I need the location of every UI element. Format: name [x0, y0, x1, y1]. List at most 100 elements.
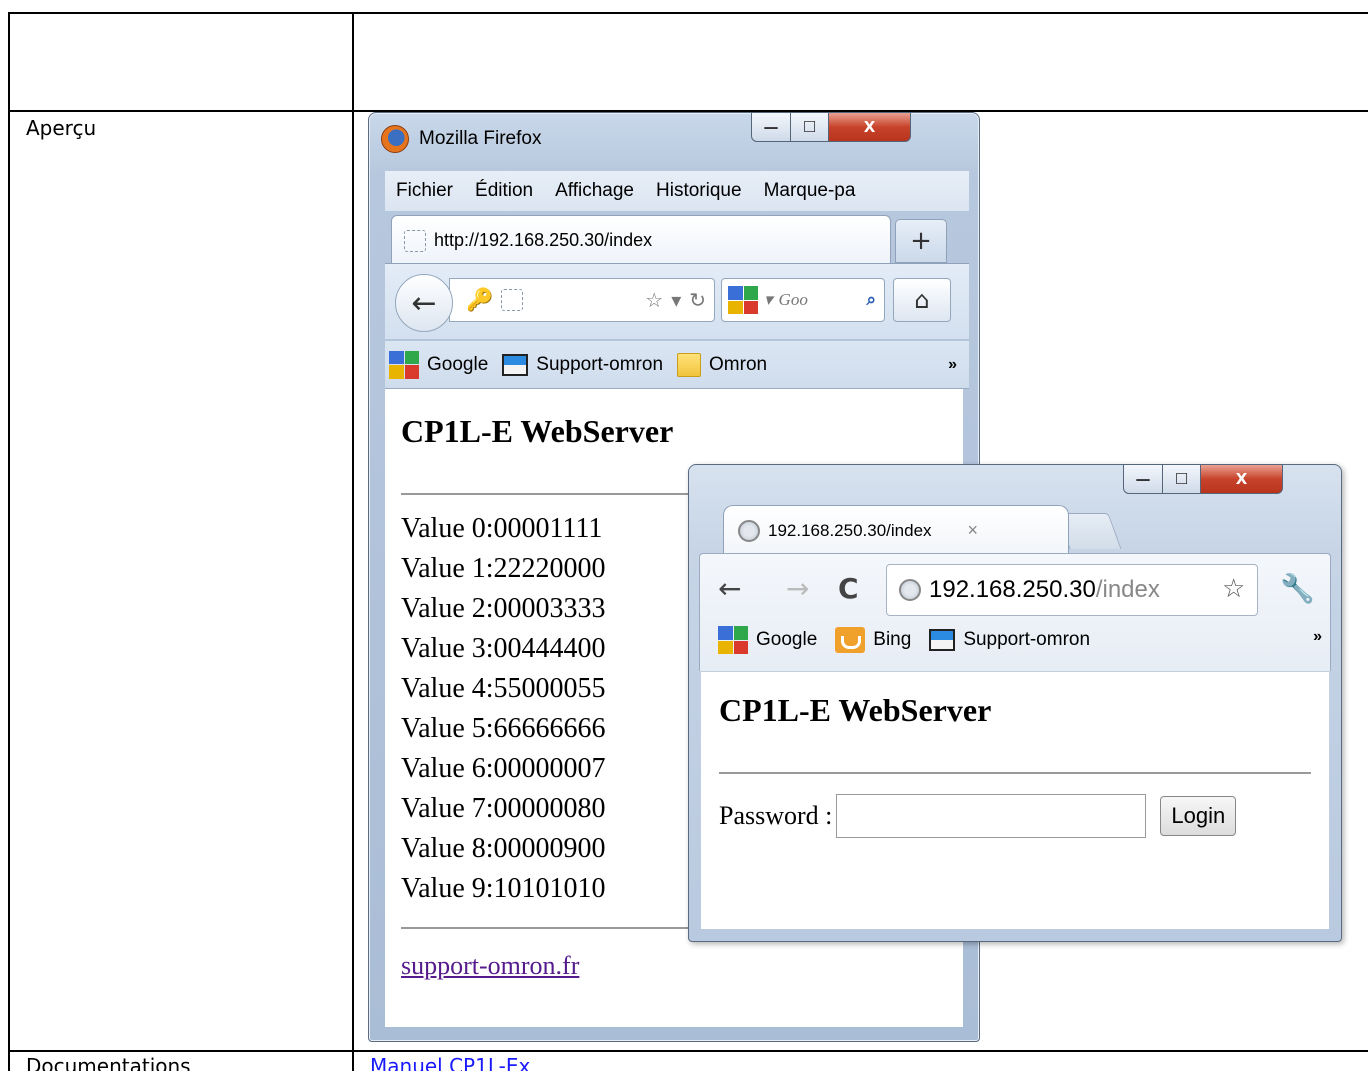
window-title: Mozilla Firefox [419, 128, 542, 149]
minimize-button[interactable]: — [1123, 464, 1163, 494]
google-icon [728, 286, 758, 314]
login-button[interactable]: Login [1160, 796, 1237, 836]
table-cell-empty-right [352, 12, 1368, 112]
bookmark-support-omron[interactable]: Support-omron [502, 353, 664, 376]
bookmark-label: Support-omron [536, 353, 664, 375]
bookmarks-toolbar: Google Support-omron Omron » [385, 341, 969, 389]
back-button[interactable]: ← [395, 274, 453, 332]
bookmark-label: Support-omron [963, 629, 1091, 650]
value-row: Value 2:00003333 [401, 593, 606, 624]
table-cell-apercu-label: Aperçu [8, 110, 354, 1052]
globe-icon [738, 519, 760, 542]
firefox-titlebar: Mozilla Firefox [381, 125, 541, 153]
manual-link[interactable]: Manuel CP1L-Ex [370, 1054, 530, 1071]
window-controls: — ☐ X [751, 112, 911, 142]
omnibox-path: /index [1095, 576, 1160, 603]
bookmark-google[interactable]: Google [389, 350, 488, 379]
value-row: Value 6:00000007 [401, 753, 606, 784]
menu-affichage[interactable]: Affichage [544, 180, 645, 202]
wrench-icon[interactable]: 🔧 [1280, 572, 1315, 605]
apercu-label: Aperçu [26, 116, 97, 140]
tab-title: 192.168.250.30/index [768, 520, 932, 540]
menu-edition[interactable]: Édition [464, 180, 544, 202]
bing-icon [835, 627, 866, 653]
table-cell-doc-label: Documentations [8, 1050, 354, 1071]
close-button[interactable]: X [829, 112, 911, 142]
chrome-window: — ☐ X 192.168.250.30/index × ← → C 192.1… [688, 464, 1342, 942]
password-label: Password : [719, 801, 833, 830]
close-button[interactable]: X [1201, 464, 1283, 494]
value-row: Value 9:10101010 [401, 873, 606, 904]
maximize-button[interactable]: ☐ [1163, 464, 1201, 494]
forward-arrow-icon[interactable]: → [786, 572, 809, 605]
reload-icon[interactable]: ↻ [689, 288, 706, 312]
value-row: Value 3:00444400 [401, 633, 606, 664]
window-controls: — ☐ X [1123, 464, 1283, 494]
tab-close-icon[interactable]: × [968, 520, 979, 541]
globe-icon [899, 579, 921, 601]
search-box[interactable]: ▾ Goo ⌕ [721, 278, 885, 322]
search-icon[interactable]: ⌕ [866, 290, 876, 310]
navigation-toolbar: 🔑 ☆ ▾ ↻ ← ▾ Goo ⌕ ⌂ [385, 263, 969, 339]
bookmark-label: Google [756, 629, 818, 650]
bookmarks-overflow-chevron-icon[interactable]: » [948, 356, 957, 374]
key-icon: 🔑 [466, 287, 494, 313]
table-cell-doc-link: Manuel CP1L-Ex [352, 1050, 1368, 1071]
star-icon[interactable]: ☆ [645, 288, 663, 312]
page-heading: CP1L-E WebServer [401, 413, 674, 449]
value-row: Value 1:22220000 [401, 553, 606, 584]
back-arrow-icon: ← [411, 285, 437, 321]
page-heading: CP1L-E WebServer [719, 692, 992, 728]
search-placeholder: Goo [778, 290, 808, 309]
value-row: Value 5:66666666 [401, 713, 606, 744]
omnibox-host: 192.168.250.30 [929, 576, 1096, 603]
menu-marque-pages[interactable]: Marque-pa [753, 180, 867, 202]
menu-historique[interactable]: Historique [645, 180, 753, 202]
google-icon [718, 626, 748, 654]
value-row: Value 0:00001111 [401, 513, 603, 544]
minimize-button[interactable]: — [751, 112, 791, 142]
omnibox[interactable]: 192.168.250.30/index [886, 564, 1258, 616]
bookmarks-bar: Google Bing Support-omron » [718, 620, 1328, 660]
home-button[interactable]: ⌂ [893, 278, 951, 322]
identity-icon [501, 289, 524, 311]
reload-icon[interactable]: C [838, 572, 859, 605]
login-form: Password : Login [719, 794, 1237, 838]
page-content: CP1L-E WebServer Password : Login [701, 671, 1329, 929]
website-icon [502, 353, 529, 376]
search-engine-dropdown-icon[interactable]: ▾ [764, 290, 773, 310]
bookmark-label: Bing [873, 629, 912, 650]
documentations-label: Documentations [26, 1054, 191, 1071]
bookmark-support-omron[interactable]: Support-omron [929, 629, 1090, 651]
bookmark-google[interactable]: Google [718, 626, 817, 654]
dropdown-icon[interactable]: ▾ [671, 288, 681, 312]
tab-title: http://192.168.250.30/index [434, 230, 653, 250]
value-row: Value 8:00000900 [401, 833, 606, 864]
google-icon [389, 350, 419, 379]
bookmark-omron[interactable]: Omron [677, 352, 768, 377]
password-input[interactable] [836, 794, 1147, 838]
table-cell-empty-left [8, 12, 354, 112]
firefox-logo-icon [381, 125, 409, 153]
bookmark-star-icon[interactable]: ☆ [1222, 574, 1245, 604]
support-omron-link[interactable]: support-omron.fr [401, 951, 579, 981]
browser-tab[interactable]: http://192.168.250.30/index [391, 215, 891, 265]
menu-fichier[interactable]: Fichier [385, 180, 464, 202]
back-arrow-icon[interactable]: ← [718, 572, 741, 605]
value-row: Value 4:55000055 [401, 673, 606, 704]
bookmark-bing[interactable]: Bing [835, 627, 911, 653]
page-favicon-icon [404, 229, 426, 252]
home-icon: ⌂ [914, 286, 930, 314]
navigation-toolbar: ← → C 192.168.250.30/index ☆ 🔧 Google Bi… [699, 553, 1331, 671]
url-bar[interactable]: 🔑 ☆ ▾ ↻ [449, 278, 715, 322]
values-list: Value 0:00001111 Value 1:22220000 Value … [401, 509, 606, 909]
bookmark-label: Omron [709, 353, 768, 375]
value-row: Value 7:00000080 [401, 793, 606, 824]
new-tab-button[interactable]: + [895, 219, 947, 263]
bookmarks-overflow-chevron-icon[interactable]: » [1313, 628, 1322, 646]
maximize-button[interactable]: ☐ [791, 112, 829, 142]
website-icon [929, 629, 956, 651]
browser-tab[interactable]: 192.168.250.30/index × [723, 505, 1069, 555]
menu-bar: Fichier Édition Affichage Historique Mar… [385, 171, 969, 211]
divider [719, 772, 1311, 774]
